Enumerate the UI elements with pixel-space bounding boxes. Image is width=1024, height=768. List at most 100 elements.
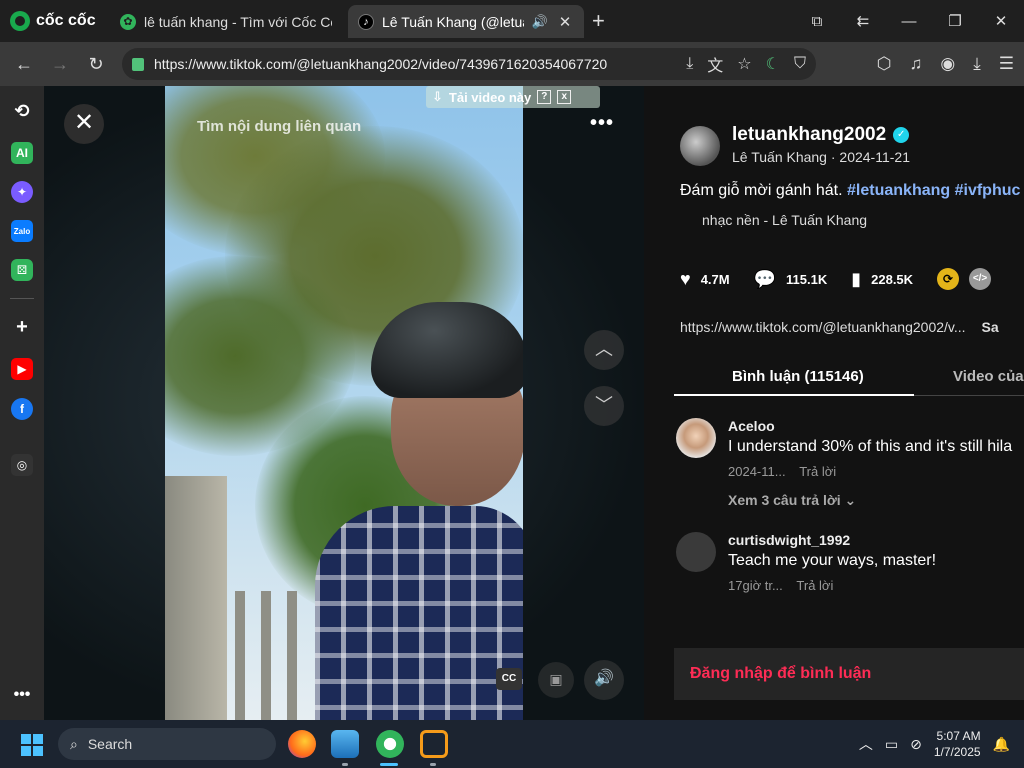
engagement-stats: ♥ 4.7M 💬 115.1K ▮ 228.5K ⟳ </> [680, 268, 992, 290]
install-icon[interactable]: ⤓ [686, 55, 693, 73]
share-link-text[interactable]: https://www.tiktok.com/@letuankhang2002/… [680, 319, 966, 335]
virtualbox-icon[interactable] [420, 730, 448, 758]
tab-search[interactable]: ✿ lê tuấn khang - Tìm với Cốc Cốc [110, 5, 342, 38]
facebook-icon[interactable]: f [11, 398, 33, 420]
previous-video-button[interactable]: ︿ [584, 330, 624, 370]
close-window-button[interactable]: ✕ [978, 12, 1024, 30]
reload-button[interactable]: ↻ [84, 53, 108, 77]
plaid-shirt [315, 506, 523, 720]
notifications-bell-icon[interactable]: 🔔 [993, 736, 1010, 753]
profile-icon[interactable]: ◉ [940, 54, 955, 74]
menu-icon[interactable]: ☰ [999, 54, 1014, 74]
coccoc-logo-icon [10, 11, 30, 31]
system-tray: ︿ ▭ ⊘ 5:07 AM 1/7/2025 🔔 [859, 720, 1024, 768]
video-stage: Tìm nội dung liên quan ⇩ Tải video này ?… [44, 86, 644, 720]
bookmark-icon: ▮ [851, 268, 862, 289]
login-to-comment-button[interactable]: Đăng nhập để bình luận [674, 648, 1024, 700]
minimize-button[interactable]: — [886, 13, 932, 30]
photos-app-icon[interactable] [331, 730, 359, 758]
comment-text: Teach me your ways, master! [728, 552, 937, 569]
maximize-button[interactable]: ❐ [932, 12, 978, 30]
repost-icon[interactable]: ⟳ [937, 268, 960, 290]
forward-button[interactable]: → [48, 53, 72, 77]
author-avatar[interactable] [680, 126, 720, 166]
help-icon[interactable]: ? [537, 90, 552, 104]
history-icon[interactable]: ⟲ [11, 100, 33, 122]
tab-tiktok[interactable]: ♪ Lê Tuấn Khang (@letuank 🔊 ✕ [348, 5, 584, 38]
comment-time: 17giờ tr... [728, 578, 783, 593]
translate-icon[interactable]: 文 [707, 52, 723, 76]
clock-date: 1/7/2025 [933, 745, 981, 759]
video-player[interactable] [165, 86, 523, 720]
new-tab-button[interactable]: + [592, 10, 605, 32]
youtube-icon[interactable]: ▶ [11, 358, 33, 380]
music-link[interactable]: nhạc nền - Lê Tuấn Khang [702, 212, 867, 228]
tab-list-icon[interactable]: ⇇ [840, 12, 886, 30]
back-button[interactable]: ← [12, 53, 36, 77]
author-username[interactable]: letuankhang2002 ✓ [732, 124, 910, 146]
coccoc-leaf-icon: ✿ [120, 13, 136, 30]
clock[interactable]: 5:07 AM 1/7/2025 [934, 728, 981, 760]
close-download-bar-icon[interactable]: x [557, 90, 572, 104]
network-icon[interactable]: ⊘ [910, 736, 922, 753]
more-options-icon[interactable]: ••• [590, 112, 614, 135]
active-indicator [380, 763, 398, 766]
shield-icon[interactable]: ⛉ [794, 55, 806, 73]
like-button[interactable]: ♥ 4.7M [680, 269, 730, 290]
dark-mode-icon[interactable]: ☾ [766, 54, 780, 74]
zalo-icon[interactable]: Zalo [11, 220, 33, 242]
url-text[interactable]: https://www.tiktok.com/@letuankhang2002/… [154, 56, 607, 72]
more-icon[interactable]: ••• [11, 684, 33, 706]
view-replies-button[interactable]: Xem 3 câu trả lời ⌄ [728, 492, 856, 509]
screenshot-icon[interactable]: ⧉ [794, 13, 840, 30]
close-tab-icon[interactable]: ✕ [556, 13, 574, 31]
reply-link[interactable]: Trả lời [796, 578, 833, 593]
coccoc-brand[interactable]: cốc cốc [10, 10, 96, 32]
floating-player-icon[interactable]: ▣ [538, 662, 574, 698]
ai-chat-icon[interactable]: AI [11, 142, 33, 164]
related-content-label[interactable]: Tìm nội dung liên quan [197, 118, 361, 135]
close-video-button[interactable]: ✕ [64, 104, 104, 144]
tab-creator-videos[interactable]: Video của n [953, 368, 1024, 385]
copy-link-button[interactable]: Sa [982, 319, 999, 335]
sidebar-divider [10, 298, 34, 299]
windows-start-icon[interactable] [21, 734, 43, 756]
embed-icon[interactable]: </> [969, 268, 992, 290]
add-icon[interactable]: + [11, 316, 33, 338]
commenter-avatar[interactable] [676, 418, 716, 458]
bookmark-star-icon[interactable]: ☆ [737, 54, 751, 74]
lock-icon [132, 57, 144, 71]
download-video-bar[interactable]: ⇩ Tải video này ? x [426, 86, 600, 108]
tab-comments[interactable]: Bình luận (115146) [732, 368, 864, 385]
captions-button[interactable]: CC [496, 668, 522, 690]
game-icon[interactable]: ⚄ [11, 259, 33, 281]
firefox-icon[interactable] [288, 730, 316, 758]
extensions-icon[interactable]: ⬡ [877, 54, 892, 74]
messenger-icon[interactable]: ✦ [11, 181, 33, 203]
fence-post [235, 591, 245, 720]
running-indicator [342, 763, 348, 766]
address-bar[interactable]: https://www.tiktok.com/@letuankhang2002/… [122, 48, 816, 80]
username-text[interactable]: letuankhang2002 [732, 124, 886, 146]
taskbar-search[interactable]: ⌕ Search [58, 728, 276, 760]
downloads-icon[interactable]: ⤓ [973, 54, 981, 74]
reply-link[interactable]: Trả lời [799, 464, 836, 479]
commenter-username[interactable]: Aceloo [728, 418, 775, 434]
video-details-panel: letuankhang2002 ✓ Lê Tuấn Khang · 2024-1… [644, 86, 1024, 720]
commenter-avatar[interactable] [676, 532, 716, 572]
display-icon[interactable]: ▭ [885, 736, 898, 753]
comment-button[interactable]: 💬 115.1K [754, 269, 828, 290]
coccoc-taskbar-icon[interactable] [376, 730, 404, 758]
download-label[interactable]: Tải video này [449, 90, 531, 105]
media-icon[interactable]: ♫ [910, 54, 923, 74]
like-count: 4.7M [700, 271, 730, 287]
caption-text: Đám giỗ mời gánh hát. [680, 182, 843, 199]
volume-button[interactable]: 🔊 [584, 660, 624, 700]
caption-hashtags[interactable]: #letuankhang #ivfphuc [847, 182, 1020, 199]
coccoc-2024-icon[interactable]: ◎ [11, 454, 33, 476]
speaker-icon[interactable]: 🔊 [532, 14, 548, 30]
commenter-username[interactable]: curtisdwight_1992 [728, 532, 850, 548]
next-video-button[interactable]: ﹀ [584, 386, 624, 426]
chevron-up-icon[interactable]: ︿ [859, 734, 873, 754]
save-button[interactable]: ▮ 228.5K [851, 269, 913, 290]
